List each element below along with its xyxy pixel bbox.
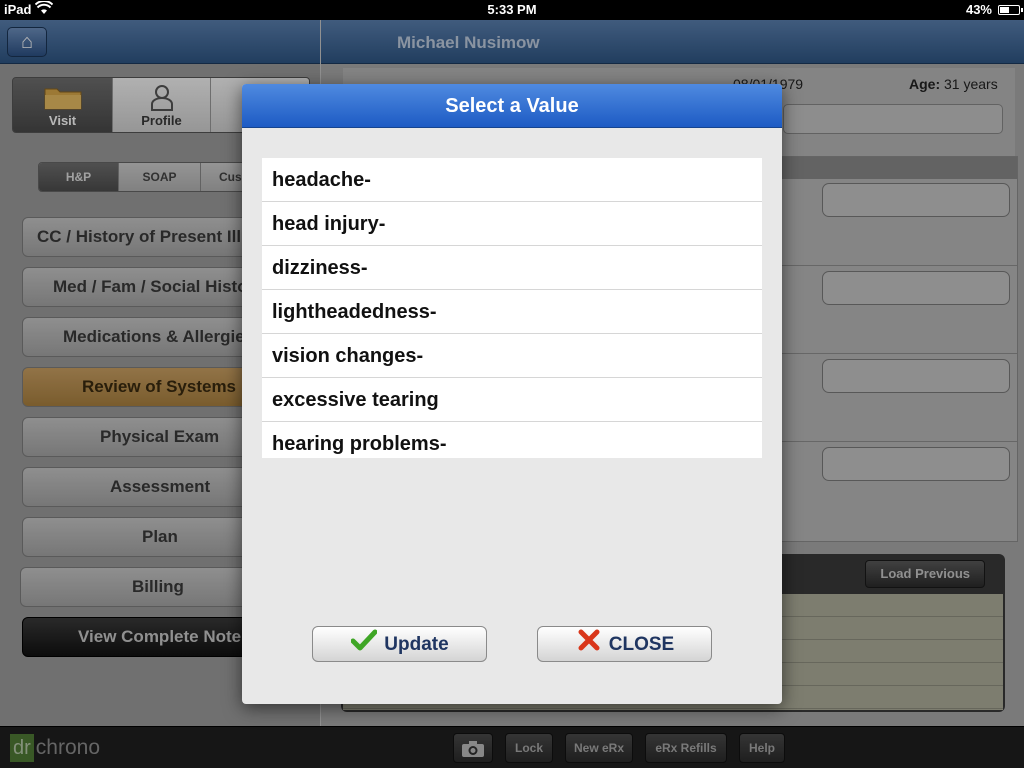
clock: 5:33 PM bbox=[487, 2, 537, 17]
modal-title: Select a Value bbox=[242, 84, 782, 128]
close-label: CLOSE bbox=[608, 634, 675, 655]
option-item[interactable]: head injury- bbox=[262, 202, 762, 246]
status-bar: iPad 5:33 PM 43% bbox=[0, 0, 1024, 20]
close-icon bbox=[575, 627, 603, 661]
update-button[interactable]: Update bbox=[312, 626, 487, 662]
option-item[interactable]: headache- bbox=[262, 158, 762, 202]
close-button[interactable]: CLOSE bbox=[537, 626, 712, 662]
option-item[interactable]: dizziness- bbox=[262, 246, 762, 290]
option-item[interactable]: excessive tearing bbox=[262, 378, 762, 422]
update-label: Update bbox=[384, 634, 449, 655]
option-list[interactable]: headache- head injury- dizziness- lighth… bbox=[262, 158, 762, 458]
option-item[interactable]: lightheadedness- bbox=[262, 290, 762, 334]
select-value-modal: Select a Value headache- head injury- di… bbox=[242, 84, 782, 704]
battery-icon bbox=[998, 5, 1023, 15]
battery-percent: 43% bbox=[965, 2, 992, 17]
option-item[interactable]: vision changes- bbox=[262, 334, 762, 378]
checkmark-icon bbox=[350, 627, 378, 661]
option-item[interactable]: hearing problems- bbox=[262, 422, 762, 458]
